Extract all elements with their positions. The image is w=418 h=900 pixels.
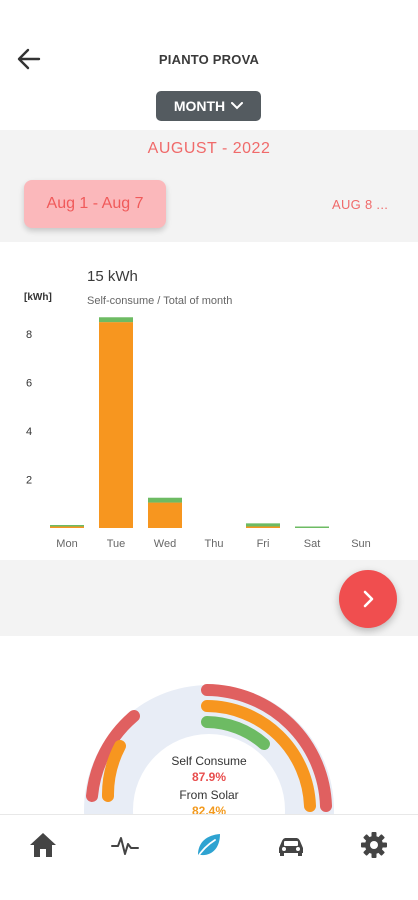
week-chip-active[interactable]: Aug 1 - Aug 7 xyxy=(24,180,166,228)
page-title: PIANTO PROVA xyxy=(158,52,260,67)
x-tick-label: Mon xyxy=(56,538,77,550)
tab-energy[interactable] xyxy=(190,829,226,861)
y-tick-label: 6 xyxy=(26,378,32,390)
tab-settings[interactable] xyxy=(356,829,392,861)
chevron-right-icon xyxy=(363,590,374,608)
leaf-icon xyxy=(196,834,220,859)
x-tick-label: Fri xyxy=(257,538,270,550)
tab-home[interactable] xyxy=(25,829,61,861)
y-tick-label: 8 xyxy=(26,329,32,341)
chevron-down-icon xyxy=(231,102,244,110)
bar-mon-segment-1 xyxy=(50,525,84,527)
self-consume-value: 87.9% xyxy=(191,770,227,784)
month-label: AUGUST - 2022 xyxy=(147,140,271,157)
bar-wed-segment-0 xyxy=(148,502,182,528)
bar-fri-segment-1 xyxy=(246,523,280,527)
x-tick-label: Tue xyxy=(107,538,126,550)
bar-sat-segment-1 xyxy=(295,526,329,528)
from-solar-label: From Solar xyxy=(179,788,239,802)
bar-mon-segment-0 xyxy=(50,526,84,528)
period-selector[interactable]: MONTH xyxy=(156,91,261,121)
bar-tue-segment-1 xyxy=(99,317,133,323)
week-chip-next[interactable]: AUG 8 ... xyxy=(332,197,388,212)
gear-icon xyxy=(361,832,387,858)
x-tick-label: Sat xyxy=(304,538,321,550)
header: PIANTO PROVA MONTH xyxy=(0,0,418,130)
bottom-tab-bar xyxy=(0,814,418,900)
bar-wed-segment-1 xyxy=(148,497,182,503)
activity-pulse-icon xyxy=(111,837,139,855)
period-selector-label: MONTH xyxy=(173,98,226,114)
next-button[interactable] xyxy=(339,570,397,628)
chart-title: 15 kWh xyxy=(87,268,138,285)
bar-chart: 2 4 6 8 Mon Tue Wed Thu Fri Sat Sun xyxy=(26,317,371,550)
car-icon xyxy=(279,838,303,856)
x-tick-label: Sun xyxy=(351,538,371,550)
bar-fri-segment-0 xyxy=(246,526,280,528)
bar-tue-segment-0 xyxy=(99,322,133,528)
tab-activity[interactable] xyxy=(107,829,143,861)
y-tick-label: 4 xyxy=(26,426,32,438)
x-tick-label: Wed xyxy=(154,538,176,550)
from-solar-value: 82.4% xyxy=(191,804,227,814)
self-consume-label: Self Consume xyxy=(171,754,247,768)
tab-car[interactable] xyxy=(273,829,309,861)
donut-area: Self Consume 87.9% From Solar 82.4% xyxy=(0,636,418,814)
x-tick-label: Thu xyxy=(205,538,224,550)
y-tick-label: 2 xyxy=(26,475,32,487)
home-icon xyxy=(30,833,56,857)
